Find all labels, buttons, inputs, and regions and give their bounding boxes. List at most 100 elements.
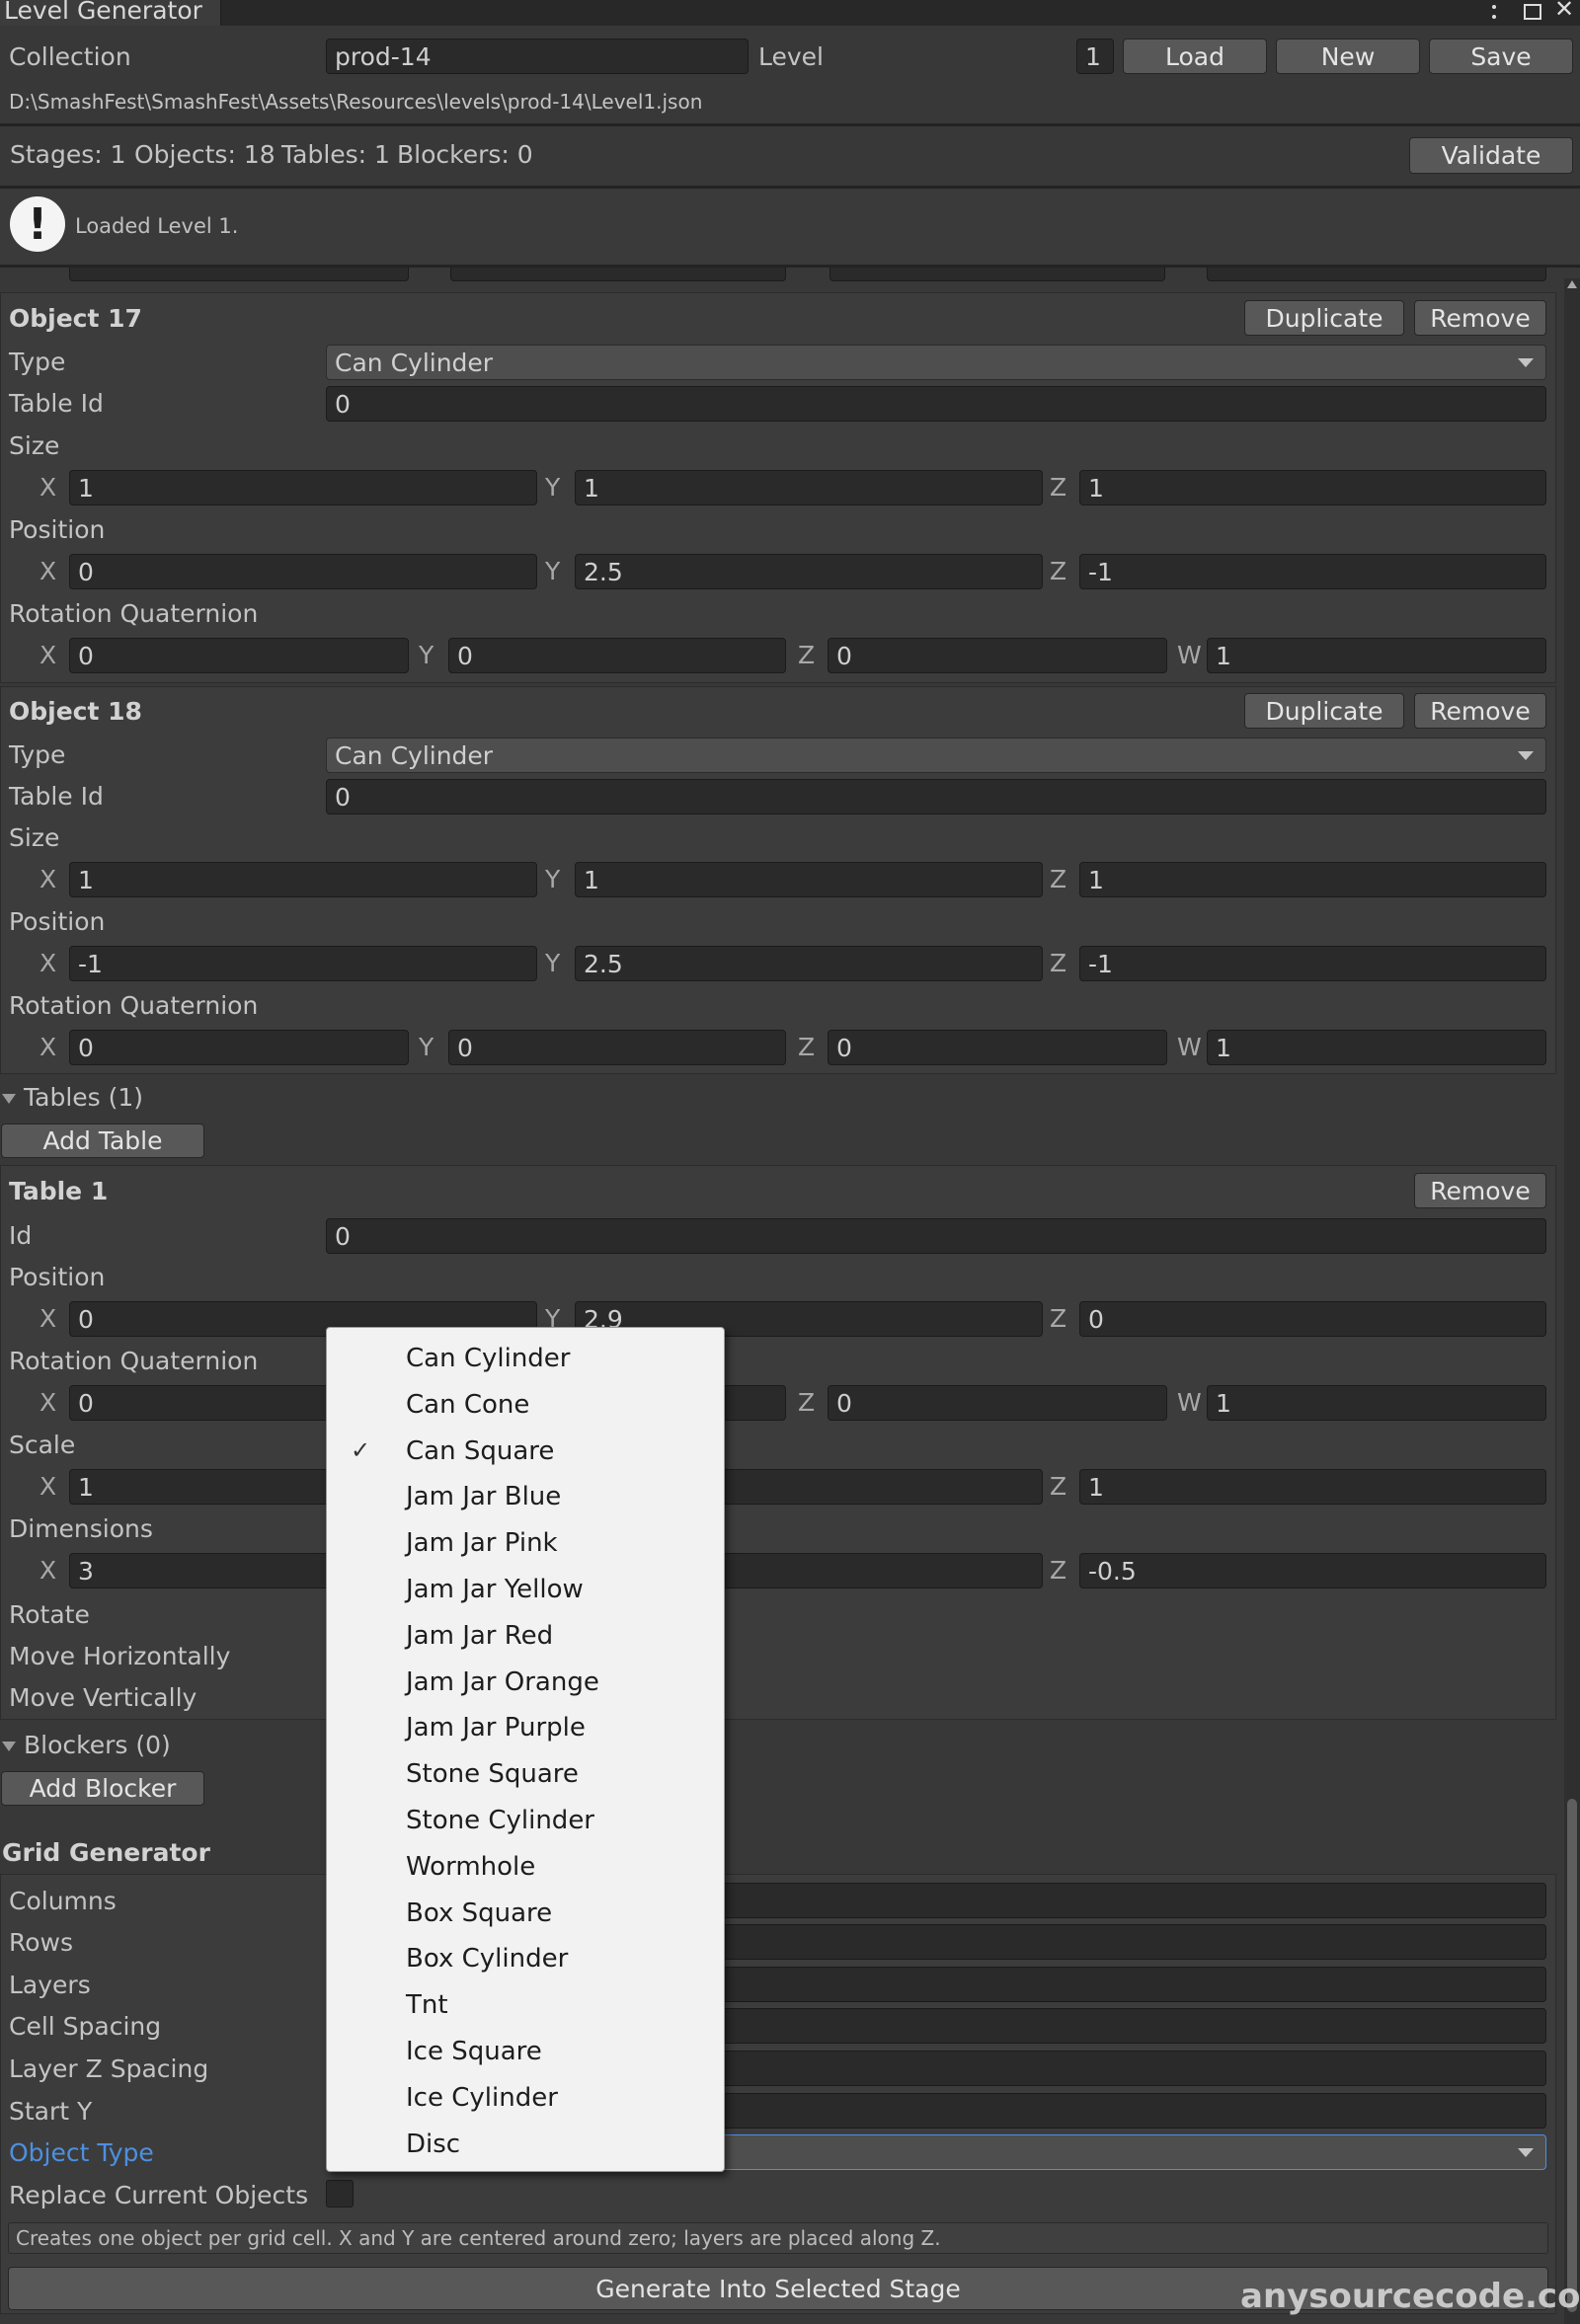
dropdown-option[interactable]: Jam Jar Orange (327, 1660, 724, 1705)
type-dropdown[interactable]: Can Cylinder (326, 345, 1546, 380)
axis-z-label: Z (798, 1388, 816, 1417)
collection-value: prod-14 (335, 41, 432, 71)
dropdown-option[interactable]: Jam Jar Blue (327, 1474, 724, 1519)
table-rotation-w-input[interactable]: 1 (1207, 1385, 1546, 1421)
dropdown-option[interactable]: Box Cylinder (327, 1936, 724, 1981)
type-value: Can Cylinder (335, 348, 494, 377)
size-z-input[interactable]: 1 (1079, 470, 1546, 505)
dropdown-option-label: Stone Square (406, 1759, 579, 1790)
new-button[interactable]: New (1276, 39, 1420, 74)
axis-y-label: Y (419, 1033, 434, 1061)
collection-input[interactable]: prod-14 (326, 39, 749, 74)
size-x-input[interactable]: 1 (69, 862, 537, 897)
table-id-input[interactable]: 0 (326, 779, 1546, 814)
position-z-input[interactable]: -1 (1079, 554, 1546, 589)
dropdown-option-label: Wormhole (406, 1851, 536, 1882)
size-z-input[interactable]: 1 (1079, 862, 1546, 897)
size-y-input[interactable]: 1 (575, 470, 1043, 505)
duplicate-button[interactable]: Duplicate (1244, 300, 1404, 336)
rotate-label: Rotate (9, 1600, 90, 1629)
remove-button[interactable]: Remove (1414, 300, 1546, 336)
position-x-input[interactable]: -1 (69, 946, 537, 981)
cell-spacing-label: Cell Spacing (9, 2012, 162, 2041)
position-x-input[interactable]: 0 (69, 554, 537, 589)
size-x-input[interactable]: 1 (69, 470, 537, 505)
dropdown-option[interactable]: Wormhole (327, 1844, 724, 1890)
dropdown-option[interactable]: Can Cylinder (327, 1336, 724, 1381)
rotation-x-input[interactable]: 0 (69, 1030, 409, 1065)
table-scale-label: Scale (9, 1431, 76, 1459)
dropdown-option[interactable]: Box Square (327, 1891, 724, 1936)
axis-z-label: Z (1050, 1472, 1067, 1501)
remove-button[interactable]: Remove (1414, 693, 1546, 729)
table-position-z-input[interactable]: 0 (1079, 1301, 1546, 1337)
blockers-foldout[interactable]: Blockers (0) (2, 1731, 171, 1759)
rotation-z-input[interactable]: 0 (828, 1030, 1167, 1065)
type-dropdown[interactable]: Can Cylinder (326, 737, 1546, 773)
dropdown-option[interactable]: ✓ Can Square (327, 1429, 724, 1474)
dropdown-option[interactable]: Stone Square (327, 1751, 724, 1797)
table-rotation-z-input[interactable]: 0 (828, 1385, 1167, 1421)
rotation-z-value: 0 (836, 641, 852, 670)
maximize-icon[interactable] (1524, 4, 1541, 20)
dropdown-option[interactable]: Tnt (327, 1982, 724, 2028)
save-button[interactable]: Save (1429, 39, 1573, 74)
table-id-input[interactable]: 0 (326, 1218, 1546, 1254)
table-rotation-w-value: 1 (1216, 1388, 1231, 1418)
scroll-up-arrow[interactable] (1567, 280, 1577, 288)
load-button[interactable]: Load (1123, 39, 1267, 74)
dropdown-option[interactable]: Jam Jar Red (327, 1613, 724, 1659)
position-x-value: -1 (78, 949, 103, 978)
rotation-x-input[interactable]: 0 (69, 638, 409, 673)
level-input[interactable]: 1 (1076, 39, 1114, 74)
vertical-scrollbar[interactable] (1564, 278, 1580, 2324)
foldout-arrow-icon (2, 1094, 16, 1104)
remove-table-button[interactable]: Remove (1414, 1173, 1546, 1208)
table-dimensions-z-input[interactable]: -0.5 (1079, 1553, 1546, 1588)
position-y-input[interactable]: 2.5 (575, 946, 1043, 981)
dropdown-option[interactable]: Jam Jar Purple (327, 1705, 724, 1750)
close-icon[interactable]: ✕ (1554, 0, 1578, 24)
rotation-z-input[interactable]: 0 (828, 638, 1167, 673)
dropdown-option[interactable]: Stone Cylinder (327, 1798, 724, 1843)
table-scale-z-input[interactable]: 1 (1079, 1469, 1546, 1505)
replace-objects-checkbox[interactable] (326, 2180, 354, 2208)
rotation-w-input[interactable]: 1 (1207, 1030, 1546, 1065)
position-z-input[interactable]: -1 (1079, 946, 1546, 981)
blockers-count: Blockers: 0 (397, 140, 533, 169)
level-value: 1 (1085, 41, 1101, 71)
axis-z-label: Z (1050, 557, 1067, 585)
dropdown-option[interactable]: Jam Jar Yellow (327, 1567, 724, 1612)
dropdown-option[interactable]: Jam Jar Pink (327, 1520, 724, 1566)
checkmark-icon: ✓ (351, 1435, 371, 1464)
add-blocker-button[interactable]: Add Blocker (1, 1771, 204, 1806)
dropdown-option[interactable]: Ice Square (327, 2029, 724, 2074)
dropdown-option-label: Can Square (406, 1435, 555, 1466)
title-bar (0, 0, 1580, 26)
dropdown-option[interactable]: Can Cone (327, 1382, 724, 1428)
table-id-input[interactable]: 0 (326, 386, 1546, 422)
chevron-down-icon (1518, 358, 1534, 367)
scrollbar-thumb[interactable] (1567, 1799, 1577, 2312)
rotation-w-input[interactable]: 1 (1207, 638, 1546, 673)
window-tab[interactable]: Level Generator (0, 0, 221, 26)
rotation-y-input[interactable]: 0 (448, 1030, 786, 1065)
dropdown-option-label: Ice Square (406, 2037, 542, 2066)
table-scale-z-value: 1 (1088, 1472, 1104, 1502)
add-table-button[interactable]: Add Table (1, 1123, 204, 1158)
table-rotation-label: Rotation Quaternion (9, 1347, 259, 1375)
dropdown-option[interactable]: Ice Cylinder (327, 2075, 724, 2121)
table-title: Table 1 (9, 1177, 109, 1205)
rotation-y-input[interactable]: 0 (448, 638, 786, 673)
dropdown-option-label: Disc (406, 2129, 461, 2159)
size-y-input[interactable]: 1 (575, 862, 1043, 897)
dropdown-option[interactable]: Disc (327, 2122, 724, 2167)
object-type-popup: Can Cylinder Can Cone ✓ Can Square Jam Jar B… (326, 1327, 725, 2172)
axis-z-label: Z (1050, 1304, 1067, 1333)
tables-foldout[interactable]: Tables (1) (2, 1083, 143, 1112)
duplicate-button[interactable]: Duplicate (1244, 693, 1404, 729)
position-y-input[interactable]: 2.5 (575, 554, 1043, 589)
validate-button[interactable]: Validate (1409, 137, 1573, 174)
kebab-menu-icon[interactable] (1491, 3, 1497, 23)
position-y-value: 2.5 (584, 949, 623, 978)
